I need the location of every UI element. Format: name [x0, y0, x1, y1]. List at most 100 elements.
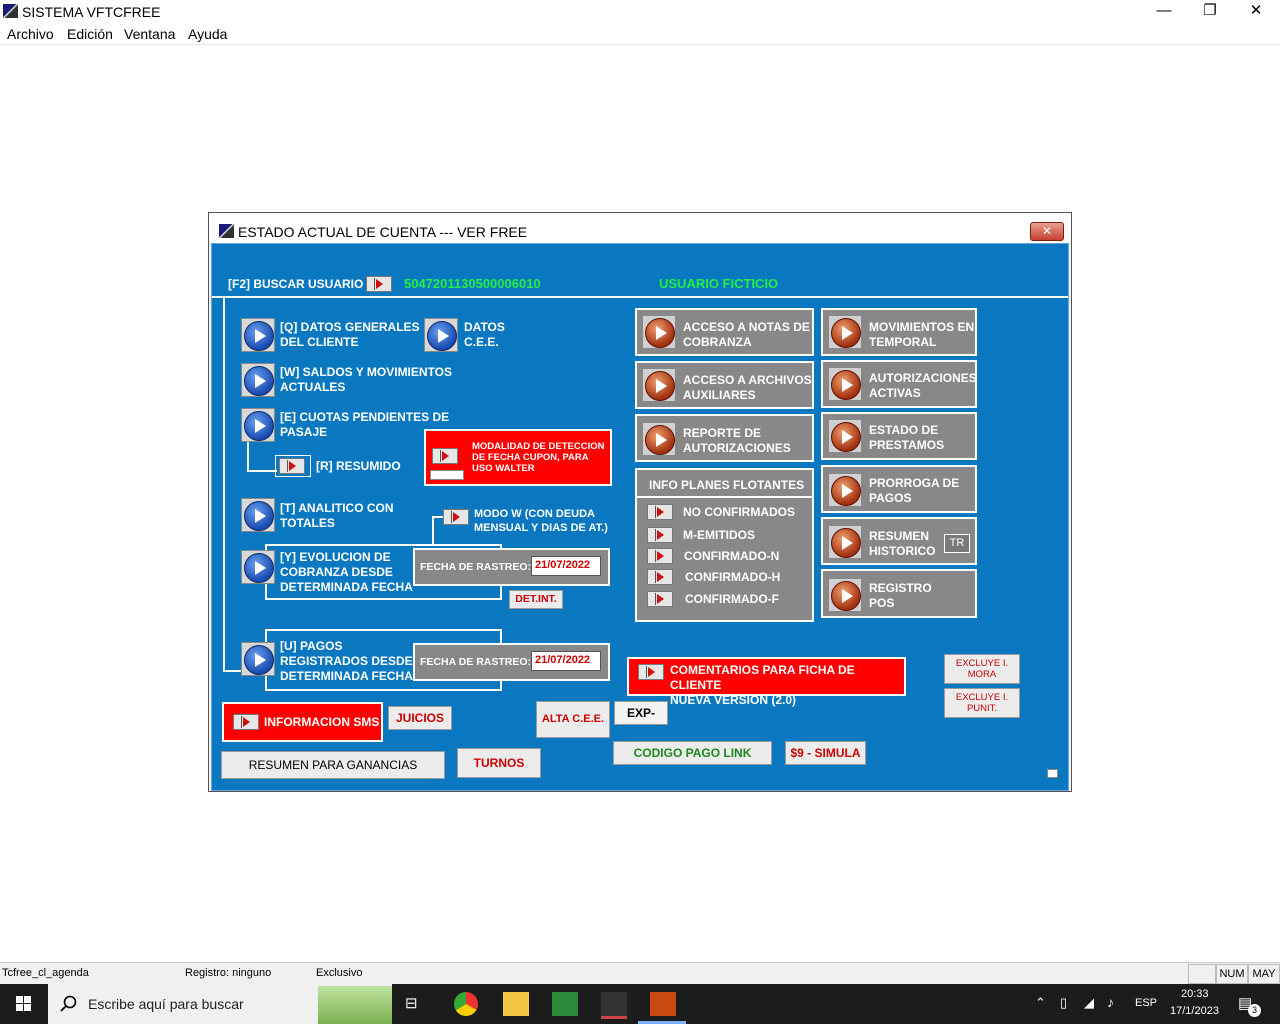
evolucion-button[interactable] — [241, 550, 275, 584]
clock-time[interactable]: 20:33 — [1181, 988, 1209, 1000]
start-button[interactable] — [0, 984, 48, 1024]
resumen-historico-button[interactable] — [828, 525, 862, 559]
dialog-body: [F2] BUSCAR USUARIO 5047201130500006010 … — [211, 243, 1069, 791]
prorroga-pagos-panel[interactable]: PRORROGA DE PAGOS — [821, 465, 977, 513]
spreadsheet-icon[interactable] — [552, 992, 578, 1016]
dialog-close-button[interactable]: ✕ — [1030, 222, 1064, 241]
user-name: USUARIO FICTICIO — [659, 276, 779, 291]
volume-icon[interactable]: ♪ — [1107, 994, 1114, 1010]
reporte-autorizaciones-label: REPORTE DE AUTORIZACIONES — [683, 426, 791, 455]
maximize-button[interactable]: ❐ — [1187, 0, 1233, 24]
comentarios-button[interactable] — [638, 664, 664, 680]
task-view-icon[interactable]: ⊟ — [405, 994, 418, 1012]
pagos-button[interactable] — [241, 642, 275, 676]
status-empty-cell — [1188, 964, 1216, 984]
menu-ventana[interactable]: Ventana — [124, 26, 175, 42]
informacion-sms-button[interactable] — [233, 714, 259, 730]
m-emitidos-button[interactable] — [647, 527, 673, 543]
app-icon-4[interactable] — [601, 992, 627, 1019]
modalidad-button[interactable] — [432, 448, 458, 464]
close-button[interactable]: ✕ — [1233, 0, 1279, 24]
tray-chevron-icon[interactable]: ⌃ — [1035, 995, 1046, 1011]
datos-generales-button[interactable] — [241, 318, 275, 352]
comentarios-label: COMENTARIOS PARA FICHA DE CLIENTE NUEVA V… — [670, 663, 855, 707]
search-user-label: [F2] BUSCAR USUARIO — [228, 277, 364, 291]
resumen-historico-panel[interactable]: RESUMEN HISTORICO TR — [821, 517, 977, 565]
estado-prestamos-label: ESTADO DE PRESTAMOS — [869, 423, 945, 452]
prorroga-pagos-button[interactable] — [828, 473, 862, 507]
play-icon — [645, 318, 675, 348]
simula-button[interactable]: $9 - SIMULA — [785, 741, 866, 765]
tray-device-icon[interactable]: ▯ — [1060, 995, 1067, 1011]
excluye-punit-button[interactable]: EXCLUYE I. PUNIT. — [944, 688, 1020, 718]
windows-icon — [16, 996, 31, 1011]
modalidad-label: MODALIDAD DE DETECCION DE FECHA CUPON, PA… — [472, 441, 605, 474]
search-placeholder: Escribe aquí para buscar — [88, 996, 244, 1012]
autorizaciones-activas-button[interactable] — [828, 367, 862, 401]
excluye-mora-button[interactable]: EXCLUYE I. MORA — [944, 654, 1020, 684]
movimientos-temporal-panel[interactable]: MOVIMIENTOS EN TEMPORAL — [821, 308, 977, 356]
analitico-button[interactable] — [241, 498, 275, 532]
modo-w-button[interactable] — [443, 509, 469, 525]
reporte-autorizaciones-panel[interactable]: REPORTE DE AUTORIZACIONES — [635, 414, 814, 462]
confirmado-n-button[interactable] — [647, 548, 673, 564]
play-icon — [244, 645, 274, 675]
language-indicator[interactable]: ESP — [1135, 997, 1157, 1009]
saldos-label: [W] SALDOS Y MOVIMIENTOS ACTUALES — [280, 365, 453, 394]
confirmado-f-button[interactable] — [647, 591, 673, 607]
vftcfree-icon[interactable] — [650, 992, 676, 1016]
fecha-rastreo-panel-2: FECHA DE RASTREO: 21/07/2022 — [413, 643, 610, 681]
estado-prestamos-panel[interactable]: ESTADO DE PRESTAMOS — [821, 412, 977, 460]
prorroga-pagos-label: PRORROGA DE PAGOS — [869, 476, 960, 505]
registro-pos-panel[interactable]: REGISTRO POS — [821, 569, 977, 618]
menu-ayuda[interactable]: Ayuda — [188, 26, 227, 42]
modalidad-check[interactable] — [430, 470, 464, 480]
file-explorer-icon[interactable] — [503, 992, 529, 1016]
acceso-notas-button[interactable] — [642, 315, 676, 349]
taskbar: Escribe aquí para buscar ⊟ ⌃ ▯ ◢ ♪ ESP 2… — [0, 984, 1280, 1024]
clock-date[interactable]: 17/1/2023 — [1170, 1005, 1219, 1017]
autorizaciones-activas-panel[interactable]: AUTORIZACIONES ACTIVAS — [821, 360, 977, 408]
acceso-notas-panel[interactable]: ACCESO A NOTAS DE COBRANZA — [635, 308, 814, 356]
fecha-rastreo-input-1[interactable]: 21/07/2022 — [531, 556, 601, 576]
resize-grip[interactable] — [1047, 769, 1058, 778]
movimientos-temporal-button[interactable] — [828, 315, 862, 349]
user-number: 5047201130500006010 — [404, 276, 541, 291]
confirmado-h-button[interactable] — [647, 569, 673, 585]
exp-vyc-button[interactable]: EXP-VYC — [614, 701, 668, 725]
registro-pos-button[interactable] — [828, 578, 862, 612]
resumido-label: [R] RESUMIDO — [316, 459, 401, 473]
resumido-button[interactable] — [279, 458, 305, 474]
tr-button[interactable]: TR — [944, 534, 970, 553]
comentarios-panel[interactable]: COMENTARIOS PARA FICHA DE CLIENTE NUEVA V… — [627, 657, 906, 707]
menu-archivo[interactable]: Archivo — [7, 26, 54, 42]
turnos-button[interactable]: TURNOS — [457, 748, 541, 778]
det-int-button[interactable]: DET.INT. — [509, 590, 563, 609]
minimize-button[interactable]: — — [1141, 0, 1187, 24]
modalidad-panel: MODALIDAD DE DETECCION DE FECHA CUPON, PA… — [424, 429, 612, 486]
codigo-pago-link-button[interactable]: CODIGO PAGO LINK — [613, 741, 772, 765]
acceso-archivos-panel[interactable]: ACCESO A ARCHIVOS AUXILIARES — [635, 361, 814, 409]
menu-edicion[interactable]: Edición — [67, 26, 113, 42]
tree-line-main — [223, 298, 225, 672]
juicios-button[interactable]: JUICIOS — [388, 706, 452, 730]
search-icon — [60, 995, 77, 1012]
taskbar-search[interactable]: Escribe aquí para buscar — [48, 984, 392, 1024]
informacion-sms-label: INFORMACION SMS — [264, 715, 380, 729]
resumen-ganancias-button[interactable]: RESUMEN PARA GANANCIAS — [221, 751, 445, 779]
informacion-sms-panel[interactable]: INFORMACION SMS — [222, 702, 383, 742]
datos-cee-button[interactable] — [424, 318, 458, 352]
search-user-button[interactable] — [366, 276, 392, 292]
no-confirmados-button[interactable] — [647, 504, 673, 520]
saldos-button[interactable] — [241, 363, 275, 397]
status-num: NUM — [1216, 964, 1248, 984]
fecha-rastreo-input-2[interactable]: 21/07/2022 — [531, 651, 601, 671]
chrome-icon[interactable] — [454, 992, 478, 1016]
reporte-autorizaciones-button[interactable] — [642, 422, 676, 456]
acceso-archivos-button[interactable] — [642, 368, 676, 402]
network-icon[interactable]: ◢ — [1084, 995, 1094, 1011]
play-icon — [244, 553, 274, 583]
alta-cee-button[interactable]: ALTA C.E.E. — [536, 701, 610, 738]
estado-prestamos-button[interactable] — [828, 419, 862, 453]
cuotas-button[interactable] — [241, 408, 275, 442]
